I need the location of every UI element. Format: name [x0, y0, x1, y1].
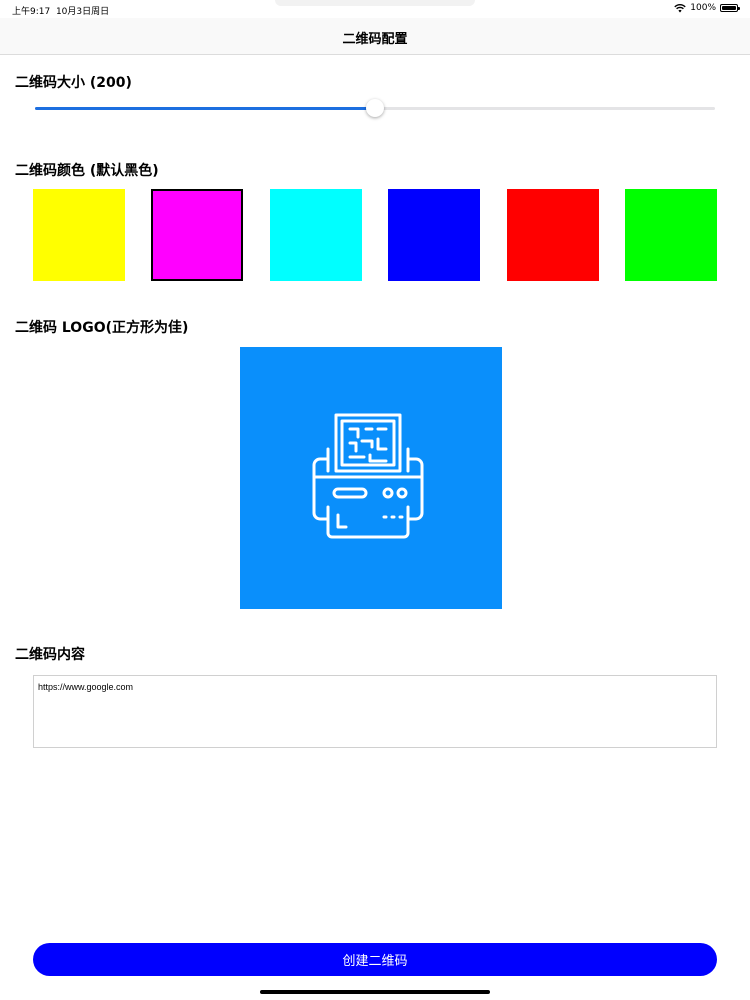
home-indicator: [260, 990, 490, 994]
status-time-date: 上午9:17 10月3日周日: [12, 4, 109, 17]
size-slider[interactable]: [35, 99, 715, 118]
color-swatch[interactable]: [151, 189, 244, 281]
slider-thumb[interactable]: [366, 99, 384, 117]
battery-percent: 100%: [690, 3, 716, 13]
color-label: 二维码颜色 (默认黑色): [15, 163, 159, 179]
battery-level: [722, 6, 736, 10]
top-notch: [275, 0, 475, 6]
page-title: 二维码配置: [342, 32, 408, 47]
battery-icon: [720, 4, 740, 12]
navigation-bar: 二维码配置: [0, 18, 750, 55]
wifi-icon: [674, 3, 686, 12]
color-swatch[interactable]: [624, 189, 717, 281]
logo-picker[interactable]: [240, 347, 502, 609]
logo-label: 二维码 LOGO(正方形为佳): [15, 320, 189, 336]
content-label: 二维码内容: [15, 647, 85, 663]
status-right: 100%: [674, 3, 740, 13]
content-input[interactable]: [33, 675, 717, 748]
status-date: 10月3日周日: [55, 7, 110, 17]
color-swatch[interactable]: [33, 189, 125, 281]
color-swatch[interactable]: [506, 189, 599, 281]
status-time: 上午9:17: [12, 7, 51, 17]
color-swatch[interactable]: [269, 189, 362, 281]
create-qr-button[interactable]: 创建二维码: [33, 943, 717, 976]
slider-fill: [35, 107, 375, 110]
color-swatch[interactable]: [388, 189, 481, 281]
color-swatches: [33, 189, 717, 281]
qr-printer-icon: [312, 413, 424, 539]
size-label: 二维码大小 (200): [15, 75, 132, 91]
